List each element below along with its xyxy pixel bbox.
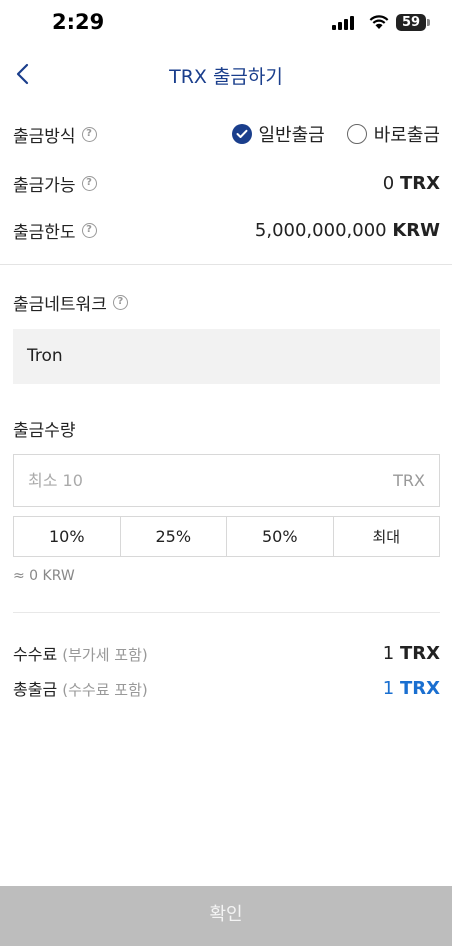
network-select[interactable]: Tron <box>13 329 440 384</box>
fee-amount: 1 <box>382 642 395 664</box>
limit-amount: 5,000,000,000 <box>254 219 387 241</box>
method-label: 출금방식 ? <box>13 122 97 147</box>
total-value: 1 TRX <box>383 678 440 699</box>
check-circle-icon <box>231 124 252 144</box>
total-row: 총출금 (수수료 포함) 1 TRX <box>13 674 440 702</box>
pct-50-button[interactable]: 50% <box>227 517 334 556</box>
limit-unit: KRW <box>392 219 440 241</box>
cellular-signal-icon <box>332 16 354 30</box>
status-time: 2:29 <box>52 10 105 34</box>
amount-unit: TRX <box>393 471 425 490</box>
fee-row: 수수료 (부가세 포함) 1 TRX <box>13 639 440 667</box>
method-radio-group: 일반출금 바로출금 <box>231 121 440 147</box>
fee-divider <box>13 612 440 613</box>
wifi-icon <box>369 15 389 29</box>
limit-row: 출금한도 ? 5,000,000,000 KRW <box>13 216 440 244</box>
radio-instant-label: 바로출금 <box>373 125 440 146</box>
amount-section-title: 출금수량 <box>13 416 76 441</box>
quick-amount-buttons: 10% 25% 50% 최대 <box>13 516 440 557</box>
status-bar: 2:29 59 <box>0 0 452 48</box>
available-label-text: 출금가능 <box>13 175 76 196</box>
page-title: TRX 출금하기 <box>169 66 283 88</box>
radio-instant[interactable]: 바로출금 <box>346 121 440 147</box>
total-label: 총출금 (수수료 포함) <box>13 676 148 700</box>
nav-bar: TRX 출금하기 <box>0 52 452 96</box>
radio-empty-icon <box>346 124 367 144</box>
radio-general[interactable]: 일반출금 <box>231 121 325 147</box>
available-value: 0 TRX <box>383 173 440 194</box>
battery-icon: 59 <box>396 14 426 31</box>
radio-general-label: 일반출금 <box>258 125 325 146</box>
question-circle-icon[interactable]: ? <box>81 175 97 191</box>
question-circle-icon[interactable]: ? <box>81 126 97 142</box>
question-circle-icon[interactable]: ? <box>81 222 97 238</box>
fee-value: 1 TRX <box>383 643 440 664</box>
total-label-sub: (수수료 포함) <box>62 681 148 699</box>
section-divider <box>0 264 452 265</box>
available-amount: 0 <box>382 172 395 194</box>
question-circle-icon[interactable]: ? <box>112 295 128 310</box>
network-label: 출금네트워크 <box>13 295 107 315</box>
confirm-button[interactable]: 확인 <box>0 886 452 946</box>
battery-tip <box>427 19 430 26</box>
network-section-title: 출금네트워크 ? <box>13 290 128 315</box>
available-label: 출금가능 ? <box>13 171 97 196</box>
total-unit: TRX <box>399 677 440 699</box>
max-button[interactable]: 최대 <box>333 517 439 556</box>
amount-field[interactable]: TRX <box>13 454 440 507</box>
pct-25-button[interactable]: 25% <box>120 517 227 556</box>
available-unit: TRX <box>399 172 440 194</box>
fee-label-text: 수수료 <box>13 645 58 664</box>
total-label-text: 총출금 <box>13 680 58 699</box>
limit-label-text: 출금한도 <box>13 222 76 243</box>
fee-label: 수수료 (부가세 포함) <box>13 641 148 665</box>
available-row: 출금가능 ? 0 TRX <box>13 169 440 197</box>
fee-unit: TRX <box>399 642 440 664</box>
total-amount: 1 <box>382 677 395 699</box>
amount-label: 출금수량 <box>13 421 76 441</box>
limit-label: 출금한도 ? <box>13 218 97 243</box>
limit-value: 5,000,000,000 KRW <box>255 220 440 241</box>
pct-10-button[interactable]: 10% <box>14 517 121 556</box>
method-row: 출금방식 ? 일반출금 바로출금 <box>13 120 440 148</box>
amount-input[interactable] <box>28 471 228 490</box>
krw-estimate: ≈ 0 KRW <box>13 568 75 584</box>
method-label-text: 출금방식 <box>13 126 76 147</box>
fee-label-sub: (부가세 포함) <box>62 646 148 664</box>
